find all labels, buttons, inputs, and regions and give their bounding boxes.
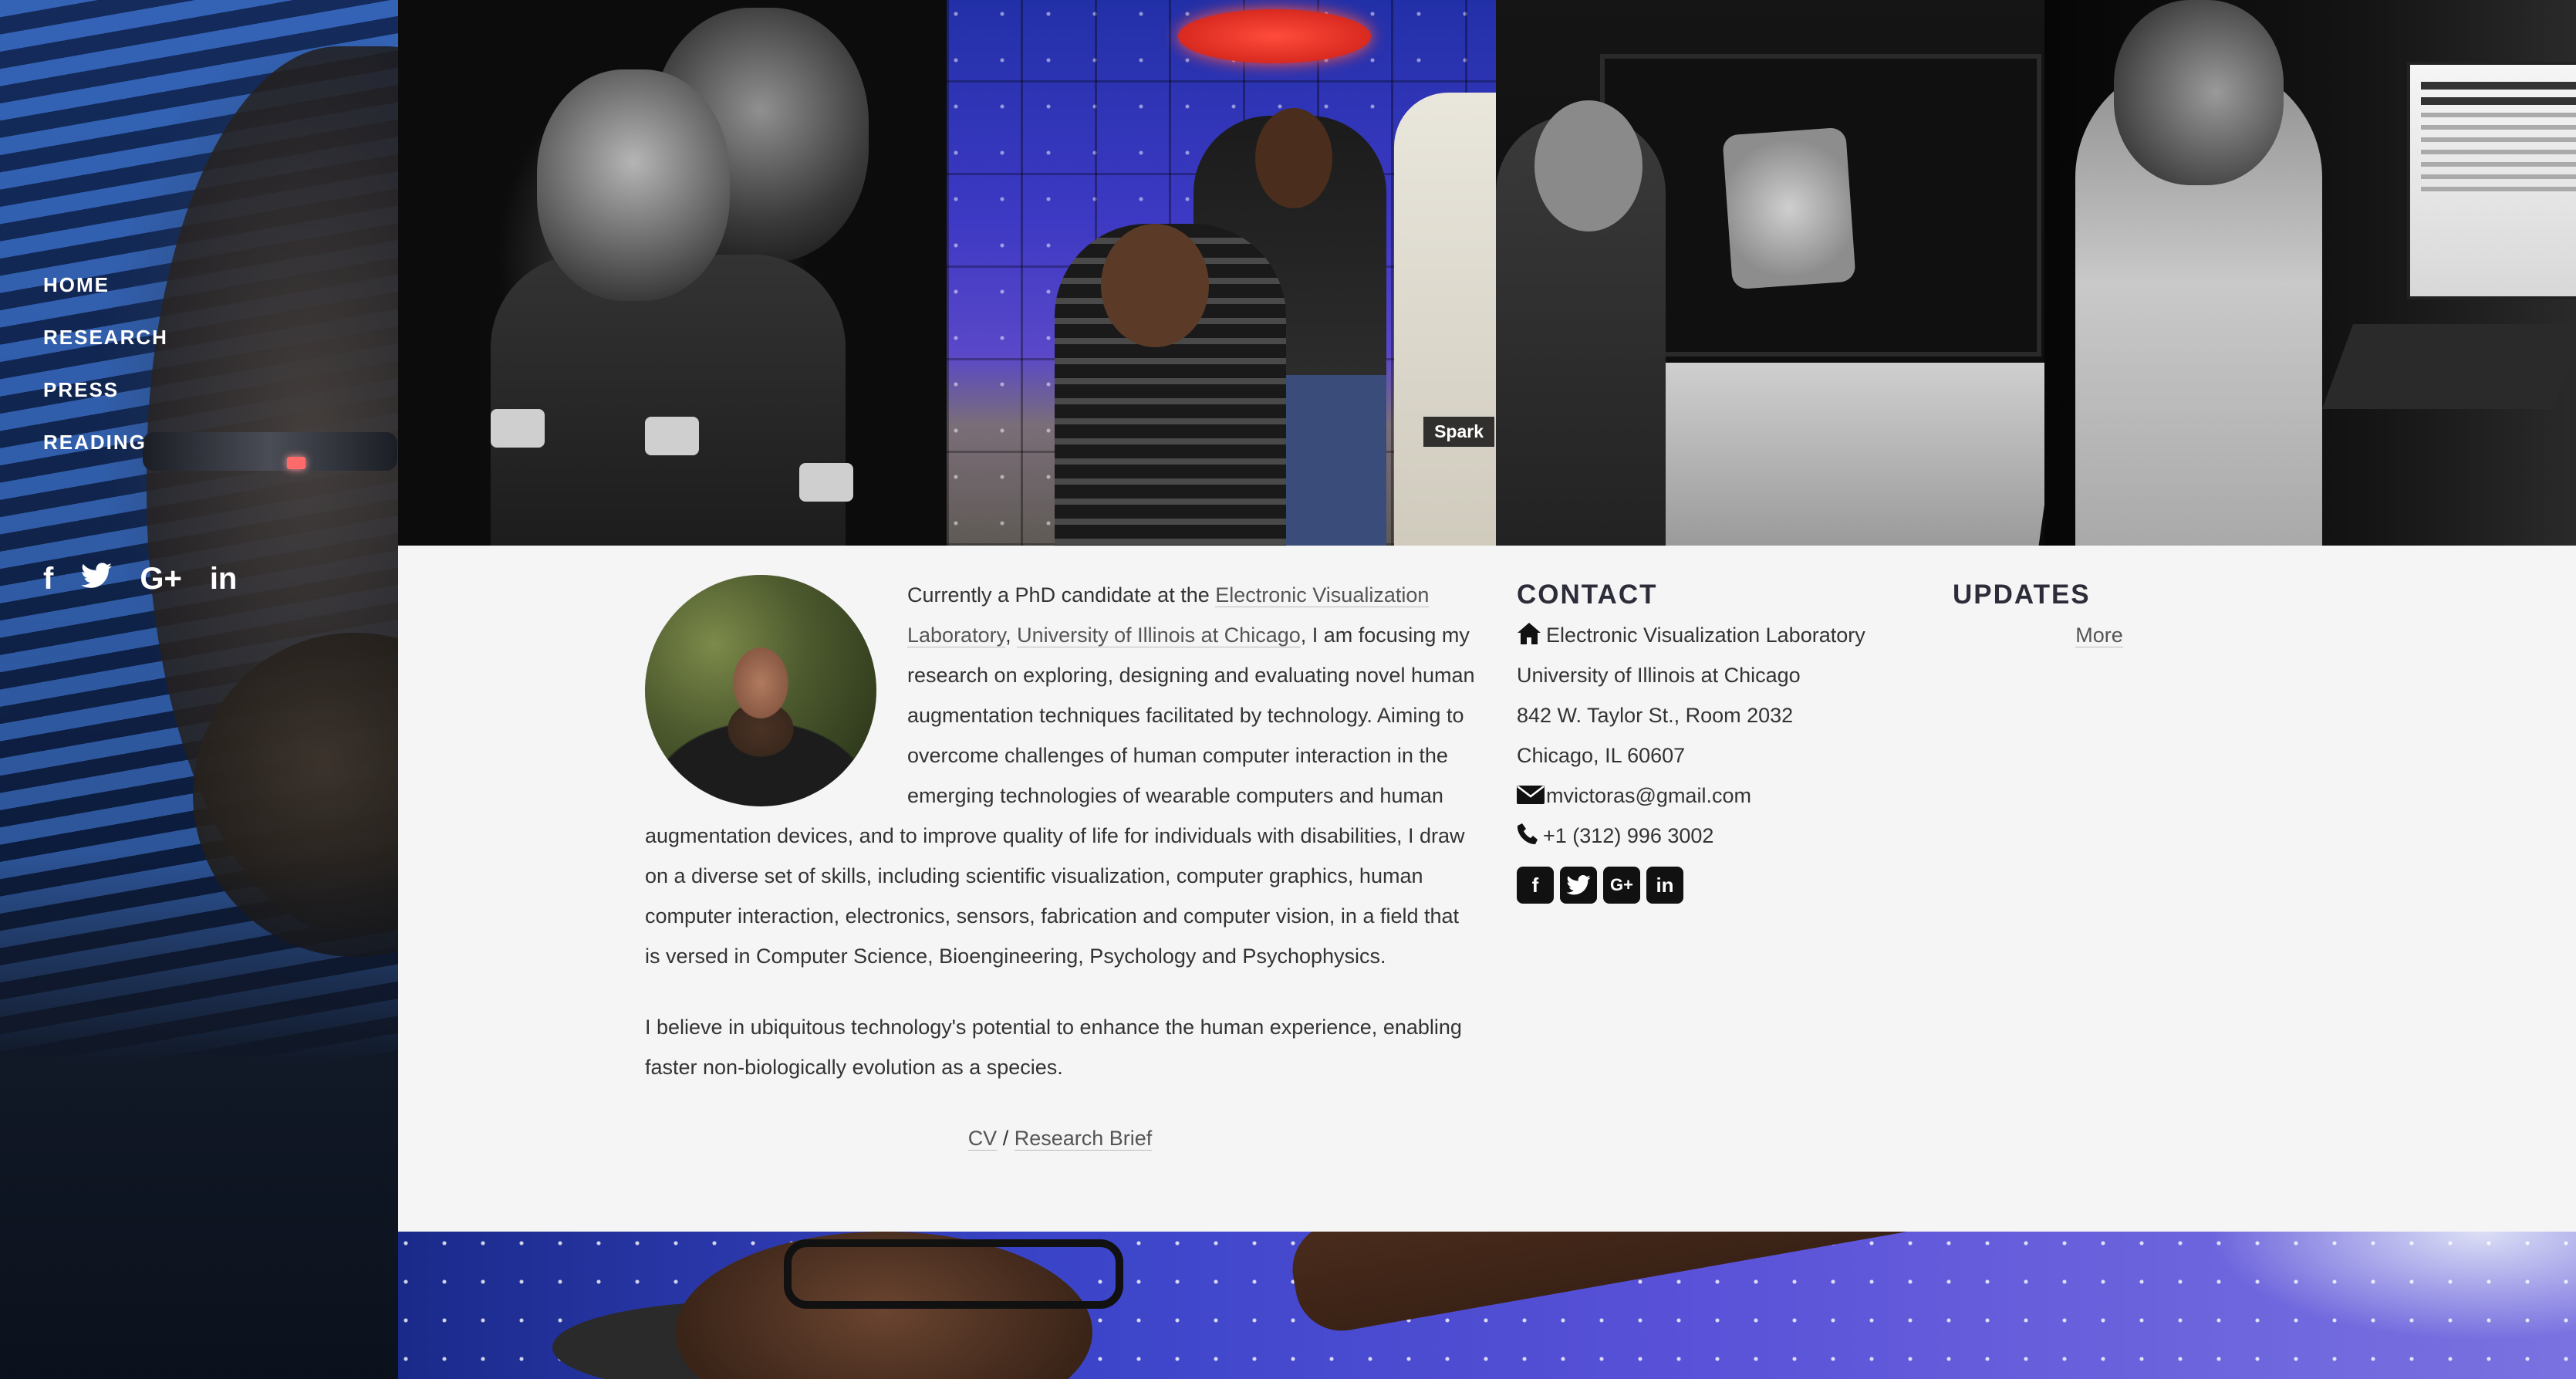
updates-more-label: More <box>2075 624 2123 647</box>
nav-reading[interactable]: READING <box>43 429 168 482</box>
photo-visualization-table[interactable] <box>1496 0 2044 546</box>
belief-paragraph: I believe in ubiquitous technology's pot… <box>645 1016 1462 1079</box>
envelope-icon <box>1517 779 1545 804</box>
contact-lab: Electronic Visualization Laboratory <box>1517 615 1918 655</box>
contact-phone: +1 (312) 996 3002 <box>1517 816 1918 856</box>
photo-figure-head <box>1101 224 1209 347</box>
facebook-icon[interactable]: f <box>1517 867 1554 904</box>
sidebar-photo-led <box>287 457 306 469</box>
profile-avatar <box>645 575 876 806</box>
sidebar: HOME RESEARCH PRESS READING f G+ in <box>0 0 398 1379</box>
bottom-photo-arm <box>1285 1232 2330 1338</box>
twitter-icon[interactable] <box>1560 867 1597 904</box>
document-links: CV / Research Brief <box>645 1118 1475 1158</box>
photo-monitor <box>2407 62 2576 299</box>
linkedin-icon[interactable]: in <box>210 562 238 597</box>
cv-link[interactable]: CV <box>967 1127 998 1151</box>
sidebar-photo-shirt <box>0 849 398 1379</box>
monitor-line <box>2421 174 2576 179</box>
monitor-line <box>2421 187 2576 191</box>
phone-text: +1 (312) 996 3002 <box>1543 824 1714 847</box>
contact-heading: CONTACT <box>1517 580 1658 610</box>
contact-street: 842 W. Taylor St., Room 2032 <box>1517 704 1794 727</box>
google-plus-icon[interactable]: G+ <box>1603 867 1640 904</box>
contact-social-links: f G+ in <box>1517 867 1918 904</box>
photo-keyboard <box>2321 324 2576 409</box>
contact-university: University of Illinois at Chicago <box>1517 664 1801 687</box>
sidebar-photo-glasses <box>143 432 397 471</box>
twitter-icon[interactable] <box>81 562 113 597</box>
research-brief-link[interactable]: Research Brief <box>1014 1127 1153 1151</box>
uic-link[interactable]: University of Illinois at Chicago <box>1017 624 1301 647</box>
contact-city: Chicago, IL 60607 <box>1517 744 1686 767</box>
monitor-line <box>2421 137 2576 142</box>
bottom-photo-glasses <box>784 1239 1123 1309</box>
photo-figure-face <box>537 69 730 301</box>
photo-research-reading[interactable] <box>2044 0 2576 546</box>
photo-figure-head <box>2114 0 2284 185</box>
main-content: Currently a PhD candidate at the Electro… <box>398 546 2576 1232</box>
facebook-icon[interactable]: f <box>43 562 53 597</box>
about-intro-prefix: Currently a PhD candidate at the <box>907 583 1216 607</box>
updates-section: UPDATES More <box>1953 575 2246 655</box>
contact-section: CONTACT Electronic Visualization Laborat… <box>1517 575 1918 904</box>
updates-more-link[interactable]: More <box>1953 615 2246 655</box>
photo-display-object <box>1178 9 1371 63</box>
sidebar-social-links: f G+ in <box>43 562 237 597</box>
photo-tissue-render <box>1722 127 1856 290</box>
photo-device <box>491 409 545 448</box>
monitor-line <box>2421 162 2576 167</box>
photo-device <box>645 417 699 455</box>
links-separator: / <box>997 1127 1015 1150</box>
about-separator: , <box>1005 624 1018 647</box>
nav-home[interactable]: HOME <box>43 272 168 324</box>
home-icon <box>1517 618 1541 644</box>
monitor-line <box>2421 113 2576 117</box>
bottom-photo <box>398 1232 2576 1379</box>
photo-spark[interactable]: Spark <box>947 0 1496 546</box>
about-section: Currently a PhD candidate at the Electro… <box>645 575 1475 1158</box>
contact-email: mvictoras@gmail.com <box>1517 776 1918 816</box>
linkedin-icon[interactable]: in <box>1646 867 1683 904</box>
photo-caption: Spark <box>1423 417 1494 447</box>
monitor-line <box>2421 97 2576 105</box>
photo-figure-head <box>1534 100 1642 232</box>
phone-icon <box>1517 819 1538 844</box>
photo-figure-head <box>1255 108 1332 208</box>
google-plus-icon[interactable]: G+ <box>140 562 181 597</box>
monitor-line <box>2421 150 2576 154</box>
nav-press[interactable]: PRESS <box>43 377 168 429</box>
monitor-line <box>2421 82 2576 90</box>
photo-device <box>799 463 853 502</box>
photo-strip: Spark <box>398 0 2576 546</box>
contact-lab-text: Electronic Visualization Laboratory <box>1546 624 1865 647</box>
photo-figure-body <box>491 255 846 546</box>
monitor-line <box>2421 125 2576 130</box>
nav-research[interactable]: RESEARCH <box>43 324 168 377</box>
updates-heading: UPDATES <box>1953 580 2091 610</box>
main-nav: HOME RESEARCH PRESS READING <box>43 272 168 482</box>
email-link[interactable]: mvictoras@gmail.com <box>1546 784 1751 807</box>
photo-figure <box>1394 93 1496 546</box>
photo-wearable-devices[interactable] <box>398 0 947 546</box>
